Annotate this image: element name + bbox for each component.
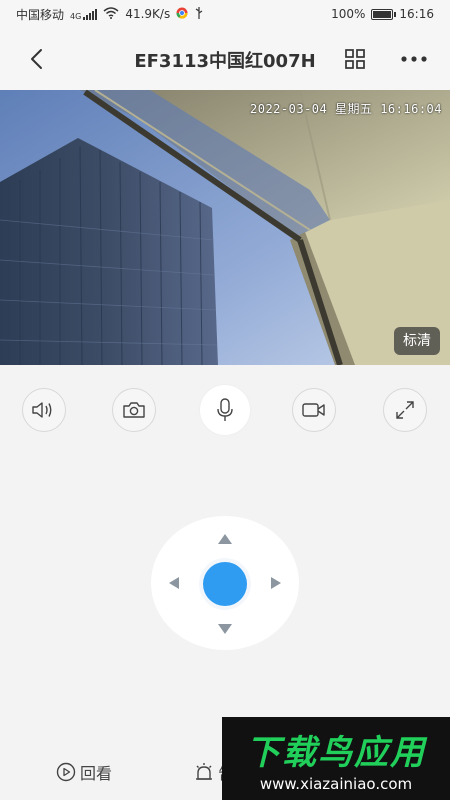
fullscreen-icon (396, 401, 414, 419)
signal-icon (83, 8, 98, 20)
alarm-icon (196, 763, 212, 780)
status-bar: 中国移动 4G 41.9K/s 100% 16:16 (0, 0, 450, 28)
watermark-title: 下载鸟应用 (246, 733, 426, 773)
battery-icon (371, 8, 397, 20)
page-title: EF3113中国红007H (134, 51, 316, 72)
speaker-icon (32, 402, 52, 418)
watermark-banner: 下载鸟应用 www.xiazainiao.com (222, 717, 450, 800)
microphone-button[interactable] (200, 385, 250, 435)
status-right: 100% 16:16 (331, 7, 434, 21)
control-bar (0, 385, 450, 435)
chrome-icon (176, 7, 188, 22)
camera-scene (0, 90, 450, 365)
camera-icon (123, 402, 145, 418)
speaker-button[interactable] (22, 388, 66, 432)
network-type: 4G (70, 11, 82, 21)
more-dots-icon (401, 56, 427, 62)
wifi-icon (103, 6, 119, 22)
grid-icon (345, 49, 365, 69)
more-button[interactable] (398, 48, 430, 70)
ptz-control-pad (151, 516, 299, 650)
microphone-icon (217, 398, 233, 421)
ptz-joystick-knob[interactable] (203, 562, 247, 606)
app-header: EF3113中国红007H (0, 28, 450, 90)
ptz-left-arrow-icon[interactable] (169, 577, 179, 589)
grid-view-button[interactable] (344, 48, 366, 70)
play-circle-icon (56, 762, 76, 782)
video-record-icon (302, 403, 325, 417)
video-timestamp: 2022-03-04 星期五 16:16:04 (250, 102, 442, 116)
status-left: 中国移动 4G 41.9K/s (16, 6, 204, 23)
ptz-right-arrow-icon[interactable] (271, 577, 281, 589)
watermark-url: www.xiazainiao.com (259, 775, 413, 793)
ptz-up-arrow-icon[interactable] (218, 534, 232, 544)
network-speed: 41.9K/s (125, 7, 171, 21)
battery-percent: 100% (331, 7, 366, 21)
clock: 16:16 (399, 7, 434, 21)
video-feed[interactable]: 2022-03-04 星期五 16:16:04 标清 (0, 90, 450, 365)
record-button[interactable] (292, 388, 336, 432)
carrier-label: 中国移动 (16, 7, 65, 22)
snapshot-button[interactable] (112, 388, 156, 432)
usb-icon (194, 6, 204, 22)
ptz-down-arrow-icon[interactable] (218, 624, 232, 634)
playback-label: 回看 (80, 764, 113, 783)
quality-toggle-button[interactable]: 标清 (394, 327, 440, 355)
fullscreen-button[interactable] (383, 388, 427, 432)
playback-tab[interactable]: 回看 (56, 760, 112, 784)
